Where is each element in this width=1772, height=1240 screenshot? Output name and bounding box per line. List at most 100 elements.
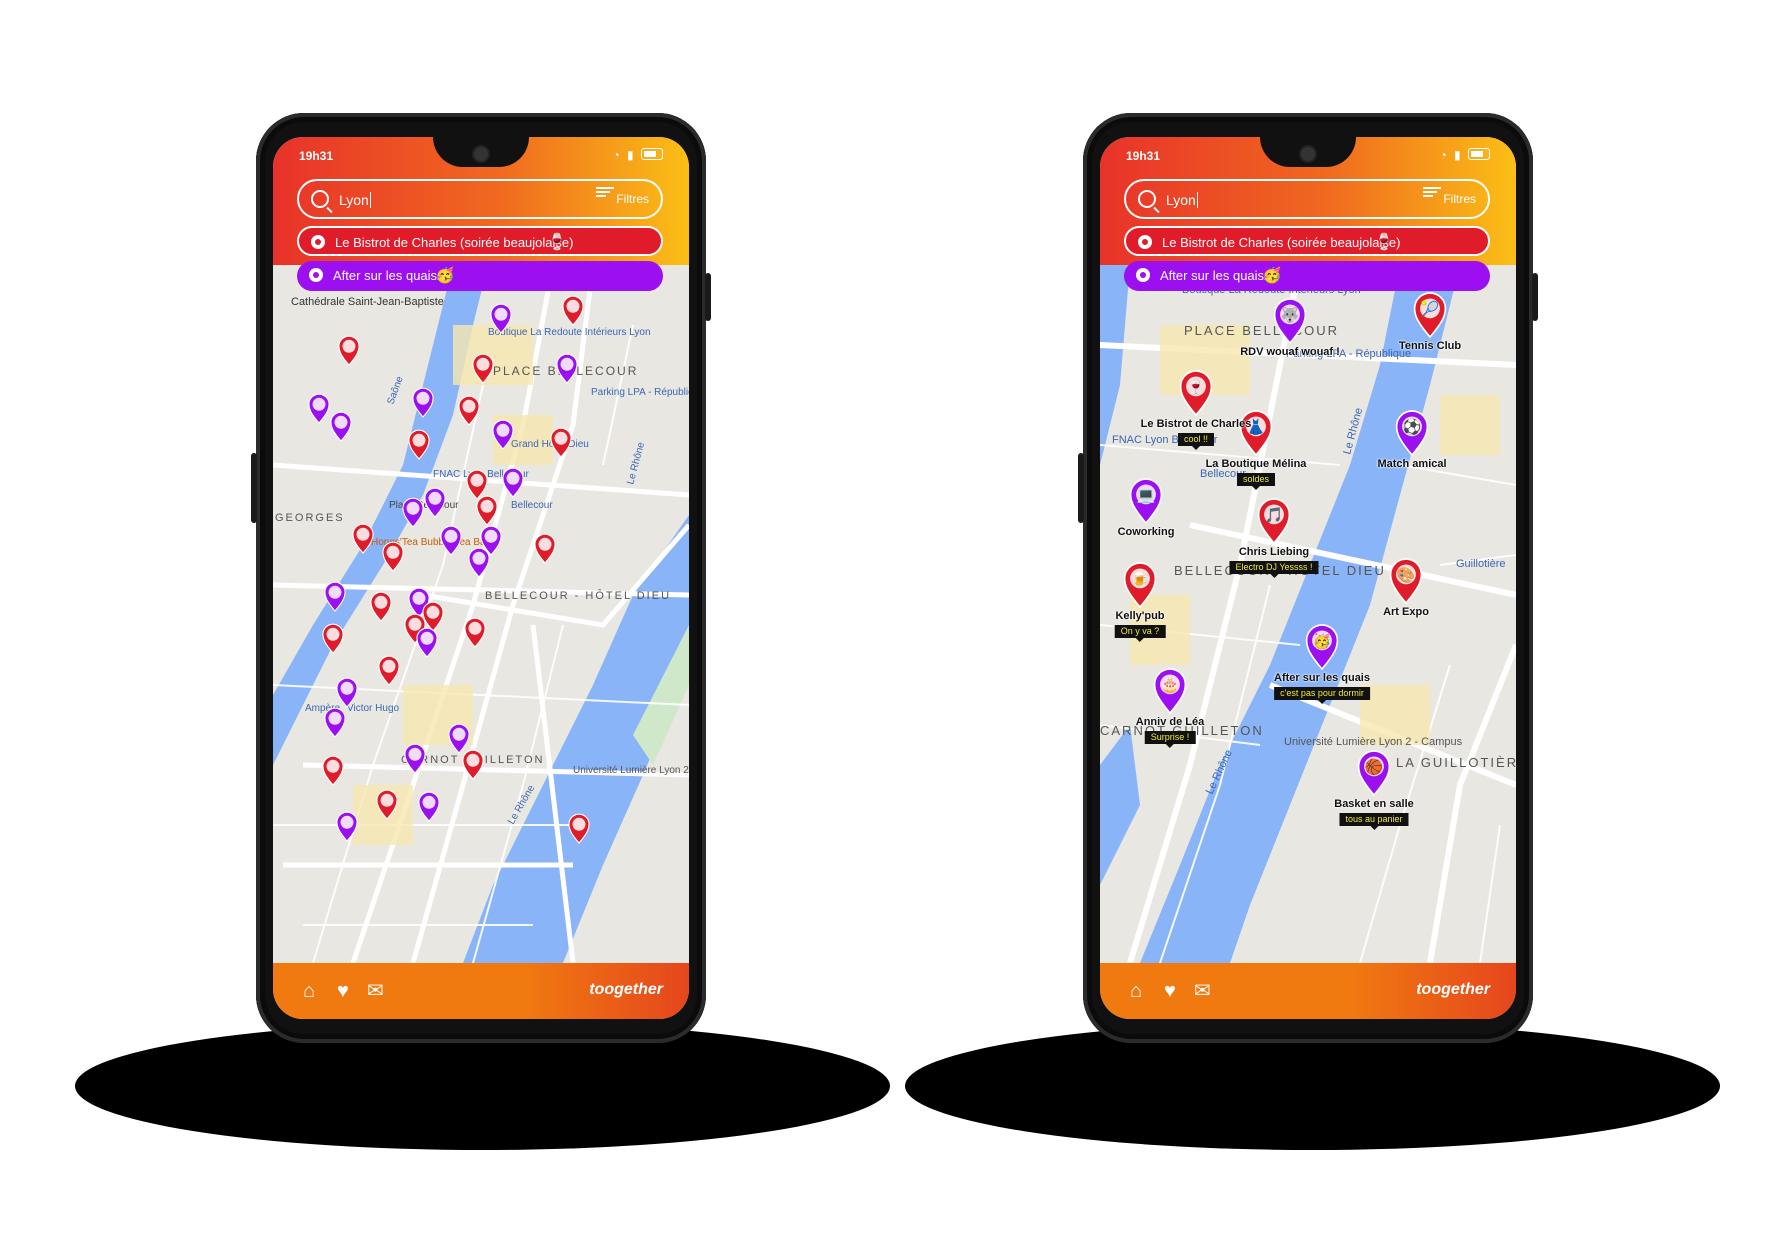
event-bubble: On y va ? bbox=[1114, 625, 1166, 642]
filter-icon bbox=[596, 187, 615, 199]
event-pin-label: RDV wouaf wouaf ! bbox=[1240, 346, 1340, 358]
search-input[interactable]: Lyon Filtres bbox=[297, 179, 663, 219]
event-bubble: Surprise ! bbox=[1144, 731, 1196, 748]
user-icon bbox=[1136, 268, 1150, 282]
search-icon bbox=[311, 190, 329, 208]
bottom-nav: ⌂ ♥ ✉ toogether bbox=[1100, 963, 1516, 1019]
battery-icon bbox=[1468, 148, 1490, 160]
filters-button[interactable]: Filtres bbox=[1423, 187, 1476, 206]
power-button bbox=[1532, 273, 1538, 321]
chip-label: Le Bistrot de Charles (soirée beaujolais… bbox=[1162, 235, 1401, 250]
phone-right: 19h31 ◔ ▮ Lyon Filtres Le Bistrot de Cha… bbox=[1078, 113, 1538, 1043]
event-emoji: ⚽ bbox=[1402, 418, 1422, 436]
chip-label: Le Bistrot de Charles (soirée beaujolais… bbox=[335, 235, 574, 250]
screen-right: 19h31 ◔ ▮ Lyon Filtres Le Bistrot de Cha… bbox=[1100, 137, 1516, 1019]
chip-label: After sur les quais bbox=[1160, 268, 1265, 283]
search-value[interactable]: Lyon bbox=[339, 192, 371, 208]
phone-left: 19h31 ◔ ▮ Lyon Filtres Le Bistrot de Cha… bbox=[251, 113, 711, 1043]
event-pin-label: Basket en salle bbox=[1334, 798, 1414, 810]
map-label: Cathédrale Saint-Jean-Baptiste bbox=[291, 296, 444, 308]
event-pin-label: Le Bistrot de Charles bbox=[1140, 418, 1252, 430]
filters-label: Filtres bbox=[1443, 192, 1476, 206]
status-time: 19h31 bbox=[299, 149, 334, 163]
power-button bbox=[705, 273, 711, 321]
filters-label: Filtres bbox=[616, 192, 649, 206]
event-bubble: soldes bbox=[1236, 473, 1276, 490]
event-emoji: 🎾 bbox=[1421, 299, 1440, 318]
mail-icon[interactable]: ✉ bbox=[367, 981, 384, 1001]
signal-icon: ▮ bbox=[627, 148, 636, 162]
filters-button[interactable]: Filtres bbox=[596, 187, 649, 206]
party-icon: 🥳 bbox=[435, 267, 455, 284]
heart-icon[interactable]: ♥ bbox=[337, 981, 349, 1001]
screen-left: 19h31 ◔ ▮ Lyon Filtres Le Bistrot de Cha… bbox=[273, 137, 689, 1019]
home-icon[interactable]: ⌂ bbox=[1130, 981, 1142, 1001]
battery-icon bbox=[641, 148, 663, 160]
event-emoji: 🥳 bbox=[1313, 631, 1332, 650]
wifi-icon: ◔ bbox=[1439, 148, 1449, 162]
event-pin-label: After sur les quais bbox=[1274, 672, 1370, 684]
event-emoji: 💻 bbox=[1137, 487, 1156, 504]
event-emoji: 🎂 bbox=[1161, 675, 1180, 694]
event-pin-label: Match amical bbox=[1377, 458, 1447, 470]
user-icon bbox=[309, 268, 323, 282]
event-chip-after[interactable]: After sur les quais 🥳 bbox=[297, 261, 663, 291]
volume-button bbox=[1078, 453, 1084, 523]
event-emoji: 🏀 bbox=[1365, 757, 1384, 777]
svg-text:Guillotière: Guillotière bbox=[1456, 558, 1506, 570]
wine-icon: 🍷 bbox=[1374, 234, 1394, 251]
camera bbox=[1299, 145, 1317, 163]
event-pin-label: Kelly'pub bbox=[1115, 610, 1165, 622]
search-input[interactable]: Lyon Filtres bbox=[1124, 179, 1490, 219]
event-pin-label: Chris Liebing bbox=[1238, 546, 1310, 558]
svg-text:Place Bellecour: Place Bellecour bbox=[389, 500, 459, 511]
svg-text:Bellecour: Bellecour bbox=[511, 500, 553, 511]
svg-text:Université Lumière Lyon 2 - Ca: Université Lumière Lyon 2 - Campus bbox=[573, 765, 689, 776]
chip-label: After sur les quais bbox=[333, 268, 438, 283]
svg-text:Boutique La Redoute Intérieurs: Boutique La Redoute Intérieurs Lyon bbox=[488, 327, 651, 338]
event-bubble: tous au panier bbox=[1339, 813, 1409, 830]
svg-text:Parking LPA - République: Parking LPA - République bbox=[591, 387, 689, 398]
svg-text:PLACE BELLECOUR: PLACE BELLECOUR bbox=[1184, 323, 1339, 338]
brand-logo: toogether bbox=[1416, 981, 1490, 998]
event-emoji: 🐺 bbox=[1281, 306, 1300, 324]
location-pin-icon bbox=[311, 235, 325, 249]
bottom-nav: ⌂ ♥ ✉ toogether bbox=[273, 963, 689, 1019]
heart-icon[interactable]: ♥ bbox=[1164, 981, 1176, 1001]
mail-icon[interactable]: ✉ bbox=[1194, 981, 1211, 1001]
event-bubble: Electro DJ Yessss ! bbox=[1229, 561, 1319, 578]
event-emoji: 🍷 bbox=[1187, 378, 1206, 396]
notch bbox=[1260, 137, 1356, 167]
search-value[interactable]: Lyon bbox=[1166, 192, 1198, 208]
filter-icon bbox=[1423, 187, 1442, 199]
svg-text:BELLECOUR - HÔTEL DIEU: BELLECOUR - HÔTEL DIEU bbox=[485, 589, 671, 602]
brand-logo: toogether bbox=[589, 981, 663, 998]
event-chip-after[interactable]: After sur les quais 🥳 bbox=[1124, 261, 1490, 291]
svg-text:Victor Hugo: Victor Hugo bbox=[347, 703, 400, 714]
camera bbox=[472, 145, 490, 163]
event-emoji: 🎵 bbox=[1265, 506, 1284, 524]
volume-button bbox=[251, 453, 257, 523]
svg-text:LA GUILLOTIÈRE: LA GUILLOTIÈRE bbox=[1396, 755, 1516, 770]
event-bubble: cool !! bbox=[1177, 433, 1215, 450]
event-bubble: c'est pas pour dormir bbox=[1274, 687, 1370, 704]
event-chip-bistrot[interactable]: Le Bistrot de Charles (soirée beaujolais… bbox=[1124, 226, 1490, 256]
event-pin-label: La Boutique Mélina bbox=[1205, 458, 1307, 470]
wifi-icon: ◔ bbox=[612, 148, 622, 162]
map-left[interactable]: Cathédrale Saint-Jean-Baptiste Boutique … bbox=[273, 265, 689, 963]
event-emoji: 🎨 bbox=[1397, 565, 1416, 584]
status-icons: ◔ ▮ bbox=[1439, 147, 1490, 162]
event-pin-label: Tennis Club bbox=[1398, 340, 1462, 352]
home-icon[interactable]: ⌂ bbox=[303, 981, 315, 1001]
svg-text:GEORGES: GEORGES bbox=[275, 512, 345, 524]
svg-text:Grand Hôtel-Dieu: Grand Hôtel-Dieu bbox=[511, 439, 589, 450]
event-pin-label: Anniv de Léa bbox=[1135, 716, 1205, 728]
signal-icon: ▮ bbox=[1454, 148, 1463, 162]
wine-icon: 🍷 bbox=[547, 234, 567, 251]
party-icon: 🥳 bbox=[1262, 267, 1282, 284]
location-pin-icon bbox=[1138, 235, 1152, 249]
event-chip-bistrot[interactable]: Le Bistrot de Charles (soirée beaujolais… bbox=[297, 226, 663, 256]
event-emoji: 🍺 bbox=[1131, 569, 1150, 588]
status-time: 19h31 bbox=[1126, 149, 1161, 163]
event-pin-label: Coworking bbox=[1117, 526, 1175, 538]
